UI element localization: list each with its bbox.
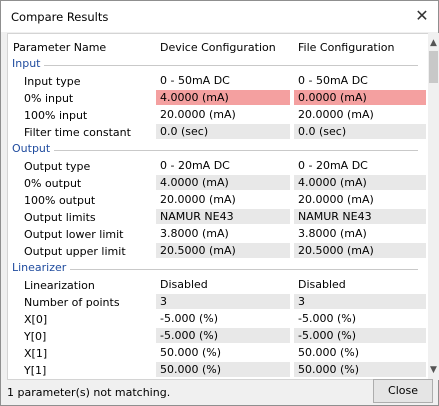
compare-table: Parameter Name Device Configuration File… <box>7 33 429 380</box>
parameter-name: 0% input <box>24 92 74 105</box>
parameter-name: Filter time constant <box>24 126 131 139</box>
column-header-device: Device Configuration <box>160 41 276 54</box>
device-value: 4.0000 (mA) <box>156 175 290 190</box>
device-value: 4.0000 (mA) <box>156 90 290 105</box>
table-row: Y[0] -5.000 (%) -5.000 (%) <box>8 328 428 345</box>
section-divider <box>12 269 418 270</box>
device-value: 20.0000 (mA) <box>160 108 236 121</box>
file-value: -5.000 (%) <box>298 312 356 325</box>
table-row: Number of points 3 3 <box>8 294 428 311</box>
device-value: 20.5000 (mA) <box>156 243 290 258</box>
file-value: 20.0000 (mA) <box>298 108 374 121</box>
file-value: 0.0 (sec) <box>294 124 426 139</box>
device-value: 20.0000 (mA) <box>160 193 236 206</box>
close-icon[interactable]: ✕ <box>412 6 432 26</box>
column-header-parameter: Parameter Name <box>13 41 107 54</box>
file-value: 3 <box>294 294 426 309</box>
table-row: Output limits NAMUR NE43 NAMUR NE43 <box>8 209 428 226</box>
table-row: X[1] 50.000 (%) 50.000 (%) <box>8 345 428 362</box>
section-header: Output <box>8 141 428 158</box>
close-button[interactable]: Close <box>373 379 433 403</box>
table-row: 0% input 4.0000 (mA) 0.0000 (mA) <box>8 90 428 107</box>
parameter-name: Linearization <box>24 279 95 292</box>
table-row: Linearization Disabled Disabled <box>8 277 428 294</box>
table-header: Parameter Name Device Configuration File… <box>8 34 428 56</box>
file-value: NAMUR NE43 <box>294 209 426 224</box>
parameter-name: Output upper limit <box>24 245 126 258</box>
dialog-title: Compare Results <box>11 10 109 24</box>
parameter-name: Input type <box>24 75 81 88</box>
parameter-name: Output limits <box>24 211 96 224</box>
scrollbar-thumb[interactable] <box>429 51 438 83</box>
title-bar: Compare Results ✕ <box>1 1 438 32</box>
device-value: 50.000 (%) <box>156 362 290 377</box>
table-row: Y[1] 50.000 (%) 50.000 (%) <box>8 362 428 379</box>
table-row: Output type 0 - 20mA DC 0 - 20mA DC <box>8 158 428 175</box>
file-value: 0 - 50mA DC <box>298 74 368 87</box>
table-row: Output lower limit 3.8000 (mA) 3.8000 (mA) <box>8 226 428 243</box>
file-value: 3.8000 (mA) <box>298 227 367 240</box>
table-row: X[2]105.000 (%)105.000 (%) <box>8 379 428 380</box>
chevron-up-icon[interactable]: ▲ <box>428 36 439 50</box>
section-header: Input <box>8 56 428 73</box>
device-value: Disabled <box>160 278 208 291</box>
device-value: 0 - 20mA DC <box>160 159 230 172</box>
file-value: -5.000 (%) <box>294 328 426 343</box>
device-value: 50.000 (%) <box>160 346 222 359</box>
device-value: 3 <box>156 294 290 309</box>
file-value: 0 - 20mA DC <box>298 159 368 172</box>
device-value: 0.0 (sec) <box>156 124 290 139</box>
device-value: -5.000 (%) <box>156 328 290 343</box>
section-label: Input <box>12 57 45 70</box>
table-row: Input type 0 - 50mA DC 0 - 50mA DC <box>8 73 428 90</box>
parameter-name: X[1] <box>24 347 48 360</box>
table-body: Input Input type 0 - 50mA DC 0 - 50mA DC 0% … <box>8 56 428 380</box>
table-row: 0% output 4.0000 (mA) 4.0000 (mA) <box>8 175 428 192</box>
device-value: -5.000 (%) <box>160 312 218 325</box>
parameter-name: 0% output <box>24 177 82 190</box>
device-value: 0 - 50mA DC <box>160 74 230 87</box>
status-text: 1 parameter(s) not matching. <box>7 386 171 399</box>
device-value: 105.000 (%) <box>156 379 290 380</box>
compare-results-dialog: Compare Results ✕ Parameter Name Device … <box>0 0 439 406</box>
parameter-name: X[0] <box>24 313 48 326</box>
section-divider <box>12 65 418 66</box>
parameter-name: 100% output <box>24 194 96 207</box>
table-row: Filter time constant 0.0 (sec) 0.0 (sec) <box>8 124 428 141</box>
parameter-name: Y[1] <box>24 364 47 377</box>
file-value: 50.000 (%) <box>294 362 426 377</box>
parameter-name: 100% input <box>24 109 88 122</box>
chevron-down-icon[interactable]: ▼ <box>428 363 439 377</box>
table-row: 100% input 20.0000 (mA) 20.0000 (mA) <box>8 107 428 124</box>
vertical-scrollbar[interactable]: ▲ ▼ <box>428 33 439 380</box>
device-value: NAMUR NE43 <box>156 209 290 224</box>
device-value: 3.8000 (mA) <box>160 227 229 240</box>
file-value: 0.0000 (mA) <box>294 90 426 105</box>
section-header: Linearizer <box>8 260 428 277</box>
file-value: 20.5000 (mA) <box>294 243 426 258</box>
file-value: 50.000 (%) <box>298 346 360 359</box>
section-label: Linearizer <box>12 261 71 274</box>
parameter-name: Number of points <box>24 296 120 309</box>
parameter-name: Output type <box>24 160 91 173</box>
table-row: X[0] -5.000 (%) -5.000 (%) <box>8 311 428 328</box>
section-label: Output <box>12 142 55 155</box>
file-value: Disabled <box>298 278 346 291</box>
file-value: 20.0000 (mA) <box>298 193 374 206</box>
section-divider <box>12 150 418 151</box>
column-header-file: File Configuration <box>298 41 395 54</box>
parameter-name: Y[0] <box>24 330 47 343</box>
parameter-name: Output lower limit <box>24 228 124 241</box>
table-row: 100% output 20.0000 (mA) 20.0000 (mA) <box>8 192 428 209</box>
file-value: 4.0000 (mA) <box>294 175 426 190</box>
table-row: Output upper limit 20.5000 (mA) 20.5000 (m… <box>8 243 428 260</box>
